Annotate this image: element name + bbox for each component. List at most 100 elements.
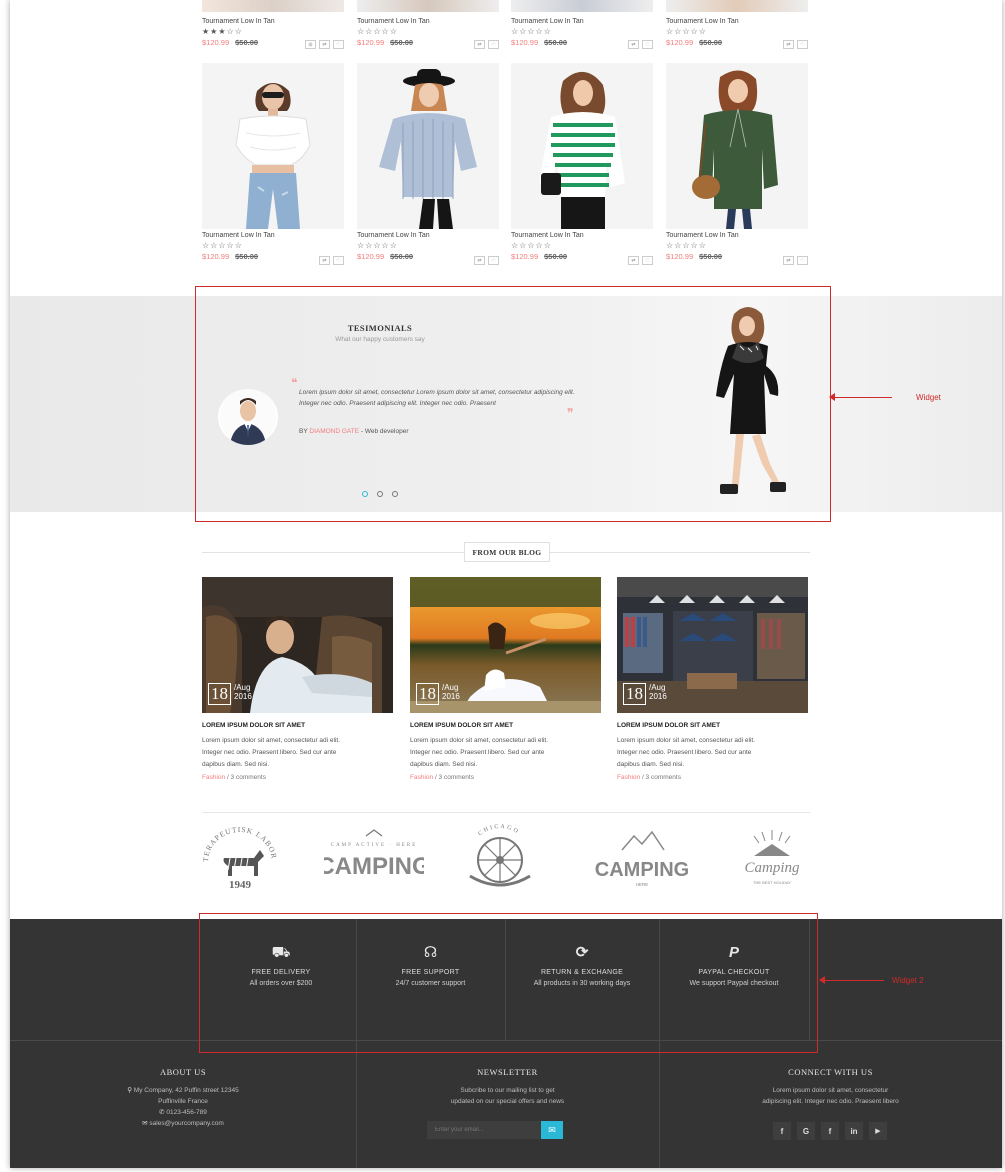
compare-icon[interactable]: ⇄ [474,40,485,49]
newsletter-title: NEWSLETTER [477,1067,538,1077]
blog-image[interactable]: 18 /Aug 2016 [617,577,808,713]
product-rating: ☆☆☆☆☆ [666,27,707,36]
product-image[interactable] [511,63,653,229]
blog-meta: Fashion / 3 comments [410,774,602,781]
product-card[interactable]: Tournament Low In Tan ☆☆☆☆☆ $120.99 $50.0… [511,63,653,265]
product-name[interactable]: Tournament Low In Tan [202,18,344,25]
facebook-icon[interactable]: f [821,1122,839,1140]
product-name[interactable]: Tournament Low In Tan [357,232,499,239]
blog-post[interactable]: 18 /Aug 2016 LOREM IPSUM DOLOR SIT AMET L… [202,577,394,781]
product-name[interactable]: Tournament Low In Tan [357,18,499,25]
product-name[interactable]: Tournament Low In Tan [666,232,808,239]
wishlist-icon[interactable]: ♡ [333,256,344,265]
blog-excerpt: Lorem ipsum dolor sit amet, consectetur … [617,737,756,768]
blog-date-month-year: /Aug 2016 [234,683,252,701]
product-image[interactable] [202,63,344,229]
brand-logo[interactable]: Camping THE BEST HOLIDAY [734,826,810,892]
wishlist-icon[interactable]: ♡ [642,40,653,49]
brand-logo-name: CAMPING [324,853,424,880]
newsletter-email-input[interactable] [427,1121,541,1139]
newsletter-submit-button[interactable]: ✉ [541,1121,563,1139]
about-email[interactable]: ✉ sales@yourcompany.com [10,1118,356,1129]
product-rating: ☆☆☆☆☆ [666,241,707,250]
compare-icon[interactable]: ⇄ [319,40,330,49]
product-actions: ⇄ ♡ [474,256,499,265]
compare-icon[interactable]: ⇄ [783,256,794,265]
product-image[interactable] [357,63,499,229]
product-image[interactable] [202,0,344,12]
compare-icon[interactable]: ⇄ [783,40,794,49]
blog-title[interactable]: LOREM IPSUM DOLOR SIT AMET [410,722,602,729]
connect-title: CONNECT WITH US [788,1067,873,1077]
product-card[interactable]: Tournament Low In Tan ☆☆☆☆☆ $120.99 $50.0… [357,63,499,265]
product-image[interactable] [357,0,499,12]
blog-post[interactable]: 18 /Aug 2016 LOREM IPSUM DOLOR SIT AMET L… [410,577,602,781]
brand-logo-name: CHICAGO [477,824,518,837]
cart-icon[interactable]: ⊞ [305,40,316,49]
facebook-icon[interactable]: f [773,1122,791,1140]
product-card[interactable]: Tournament Low In Tan ☆☆☆☆☆ $120.99 $50.0… [666,63,808,265]
brand-logo[interactable]: CAMP ACTIVE · HERE CAMPING [317,826,431,890]
blog-category[interactable]: Fashion [617,774,640,781]
about-email-address[interactable]: sales@yourcompany.com [149,1120,223,1127]
price-old: $50.00 [699,38,723,47]
price-new: $120.99 [666,252,694,261]
compare-icon[interactable]: ⇄ [628,256,639,265]
product-image[interactable] [666,63,808,229]
compare-icon[interactable]: ⇄ [319,256,330,265]
price-old: $50.00 [544,252,568,261]
arrow-head-icon [829,393,835,401]
compare-icon[interactable]: ⇄ [628,40,639,49]
brand-logo[interactable]: CAMPING HERE [592,826,692,890]
blog-title[interactable]: LOREM IPSUM DOLOR SIT AMET [202,722,394,729]
blog-category[interactable]: Fashion [410,774,433,781]
blog-category[interactable]: Fashion [202,774,225,781]
product-card[interactable]: Tournament Low In Tan ☆☆☆☆☆ $120.99 $50.0… [357,0,499,49]
blog-comments[interactable]: / 3 comments [435,774,474,781]
price-new: $120.99 [202,252,230,261]
blog-comments[interactable]: / 3 comments [227,774,266,781]
product-actions: ⇄ ♡ [474,40,499,49]
product-card[interactable]: Tournament Low In Tan ☆☆☆☆☆ $120.99 $50.0… [666,0,808,49]
blog-date-month-year: /Aug 2016 [649,683,667,701]
envelope-icon: ✉ [548,1124,556,1135]
linkedin-icon[interactable]: in [845,1122,863,1140]
compare-icon[interactable]: ⇄ [474,256,485,265]
blog-image[interactable]: 18 /Aug 2016 [202,577,393,713]
blog-comments[interactable]: / 3 comments [642,774,681,781]
product-name[interactable]: Tournament Low In Tan [666,18,808,25]
brands-divider [202,812,810,813]
product-rating: ☆☆☆☆☆ [511,241,552,250]
wishlist-icon[interactable]: ♡ [642,256,653,265]
google-icon[interactable]: G [797,1122,815,1140]
price-old: $50.00 [699,252,723,261]
brand-logo-sub: HERE [636,882,649,887]
blog-date-day: 18 [623,683,646,705]
brand-logo[interactable]: CHICAGO [460,824,540,892]
product-image[interactable] [666,0,808,12]
arrow-head-icon [819,976,825,984]
youtube-icon[interactable]: ▶ [869,1122,887,1140]
price-old: $50.00 [235,252,259,261]
wishlist-icon[interactable]: ♡ [797,256,808,265]
blog-date-day: 18 [208,683,231,705]
brand-logo[interactable]: TERAPEUTISK LABORATORIUM 1949 [196,815,280,892]
blog-image[interactable]: 18 /Aug 2016 [410,577,601,713]
about-address: My Company, 42 Puffin street 12345 [133,1087,239,1094]
product-card[interactable]: Tournament Low In Tan ☆☆☆☆☆ $120.99 $50.0… [202,63,344,265]
wishlist-icon[interactable]: ♡ [488,256,499,265]
price-old: $50.00 [390,252,414,261]
product-name[interactable]: Tournament Low In Tan [511,18,653,25]
product-card[interactable]: Tournament Low In Tan ☆☆☆☆☆ $120.99 $50.0… [511,0,653,49]
wishlist-icon[interactable]: ♡ [333,40,344,49]
wishlist-icon[interactable]: ♡ [797,40,808,49]
blog-title[interactable]: LOREM IPSUM DOLOR SIT AMET [617,722,809,729]
brand-logo-sub: CAMP ACTIVE · HERE [331,843,418,848]
wishlist-icon[interactable]: ♡ [488,40,499,49]
product-image[interactable] [511,0,653,12]
blog-post[interactable]: 18 /Aug 2016 LOREM IPSUM DOLOR SIT AMET L… [617,577,809,781]
product-name[interactable]: Tournament Low In Tan [511,232,653,239]
product-name[interactable]: Tournament Low In Tan [202,232,344,239]
blog-excerpt: Lorem ipsum dolor sit amet, consectetur … [202,737,341,768]
product-card[interactable]: Tournament Low In Tan ★★★☆☆ $120.99 $50.0… [202,0,344,49]
